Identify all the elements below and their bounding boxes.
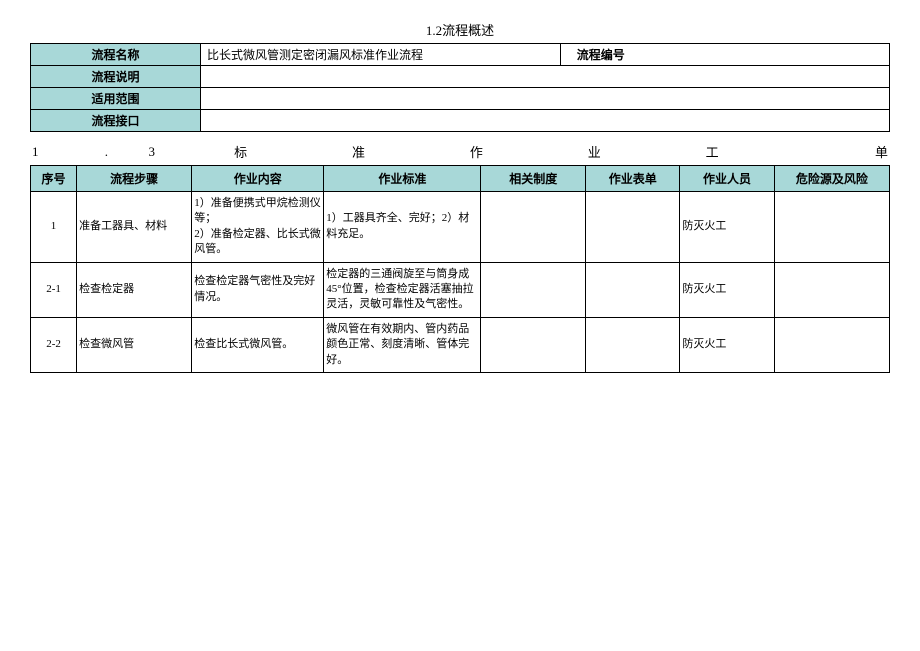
cell-standard: 检定器的三通阀旋至与筒身成45°位置，检查检定器活塞抽拉灵活，灵敏可靠性及气密性…: [324, 262, 481, 317]
overview-label-desc: 流程说明: [31, 66, 201, 88]
table-row: 2-1 检查检定器 检查检定器气密性及完好情况。 检定器的三通阀旋至与筒身成45…: [31, 262, 890, 317]
cell-seq: 2-2: [31, 317, 77, 372]
cell-system: [481, 262, 586, 317]
header-form: 作业表单: [586, 166, 680, 192]
header-content: 作业内容: [192, 166, 324, 192]
cell-content: 检查检定器气密性及完好情况。: [192, 262, 324, 317]
overview-label-code: 流程编号: [561, 44, 641, 66]
cell-content: 1）准备便携式甲烷检测仪等； 2）准备检定器、比长式微风管。: [192, 192, 324, 263]
s2-p6: 业: [536, 142, 652, 161]
cell-form: [586, 317, 680, 372]
section2-title: 1 . 3 标 准 作 业 工 单: [30, 140, 890, 163]
cell-person: 防灭火工: [680, 192, 774, 263]
overview-label-interface: 流程接口: [31, 110, 201, 132]
s2-p5: 作: [418, 142, 534, 161]
header-person: 作业人员: [680, 166, 774, 192]
overview-row-name: 流程名称 比长式微风管测定密闭漏风标准作业流程 流程编号: [31, 44, 890, 66]
cell-risk: [774, 262, 889, 317]
s2-p4: 准: [301, 142, 417, 161]
cell-person: 防灭火工: [680, 317, 774, 372]
s2-p0: 1: [32, 142, 90, 161]
cell-form: [586, 262, 680, 317]
header-step: 流程步骤: [77, 166, 192, 192]
section-title: 1.2流程概述: [30, 20, 890, 39]
s2-p1: .: [92, 142, 121, 161]
overview-value-name: 比长式微风管测定密闭漏风标准作业流程: [201, 44, 561, 66]
overview-label-scope: 适用范围: [31, 88, 201, 110]
overview-label-name: 流程名称: [31, 44, 201, 66]
overview-value-code: [641, 44, 890, 66]
overview-row-interface: 流程接口: [31, 110, 890, 132]
table-row: 2-2 检查微风管 检查比长式微风管。 微风管在有效期内、管内药品颜色正常、刻度…: [31, 317, 890, 372]
work-header-row: 序号 流程步骤 作业内容 作业标准 相关制度 作业表单 作业人员 危险源及风险: [31, 166, 890, 192]
s2-p2: 3: [123, 142, 181, 161]
cell-step: 检查微风管: [77, 317, 192, 372]
s2-p3: 标: [183, 142, 299, 161]
overview-value-scope: [201, 88, 890, 110]
header-standard: 作业标准: [324, 166, 481, 192]
cell-form: [586, 192, 680, 263]
overview-row-scope: 适用范围: [31, 88, 890, 110]
overview-value-desc: [201, 66, 890, 88]
cell-seq: 1: [31, 192, 77, 263]
cell-standard: 1）工器具齐全、完好；2）材料充足。: [324, 192, 481, 263]
cell-standard: 微风管在有效期内、管内药品颜色正常、刻度清晰、管体完好。: [324, 317, 481, 372]
cell-content: 检查比长式微风管。: [192, 317, 324, 372]
overview-table: 流程名称 比长式微风管测定密闭漏风标准作业流程 流程编号 流程说明 适用范围 流…: [30, 43, 890, 132]
header-system: 相关制度: [481, 166, 586, 192]
cell-person: 防灭火工: [680, 262, 774, 317]
overview-value-interface: [201, 110, 890, 132]
cell-step: 准备工器具、材料: [77, 192, 192, 263]
cell-risk: [774, 192, 889, 263]
overview-row-desc: 流程说明: [31, 66, 890, 88]
cell-risk: [774, 317, 889, 372]
cell-step: 检查检定器: [77, 262, 192, 317]
cell-system: [481, 317, 586, 372]
cell-seq: 2-1: [31, 262, 77, 317]
s2-p7: 工: [654, 142, 770, 161]
work-table: 序号 流程步骤 作业内容 作业标准 相关制度 作业表单 作业人员 危险源及风险 …: [30, 165, 890, 373]
header-seq: 序号: [31, 166, 77, 192]
cell-system: [481, 192, 586, 263]
s2-p8: 单: [772, 142, 888, 161]
header-risk: 危险源及风险: [774, 166, 889, 192]
table-row: 1 准备工器具、材料 1）准备便携式甲烷检测仪等； 2）准备检定器、比长式微风管…: [31, 192, 890, 263]
